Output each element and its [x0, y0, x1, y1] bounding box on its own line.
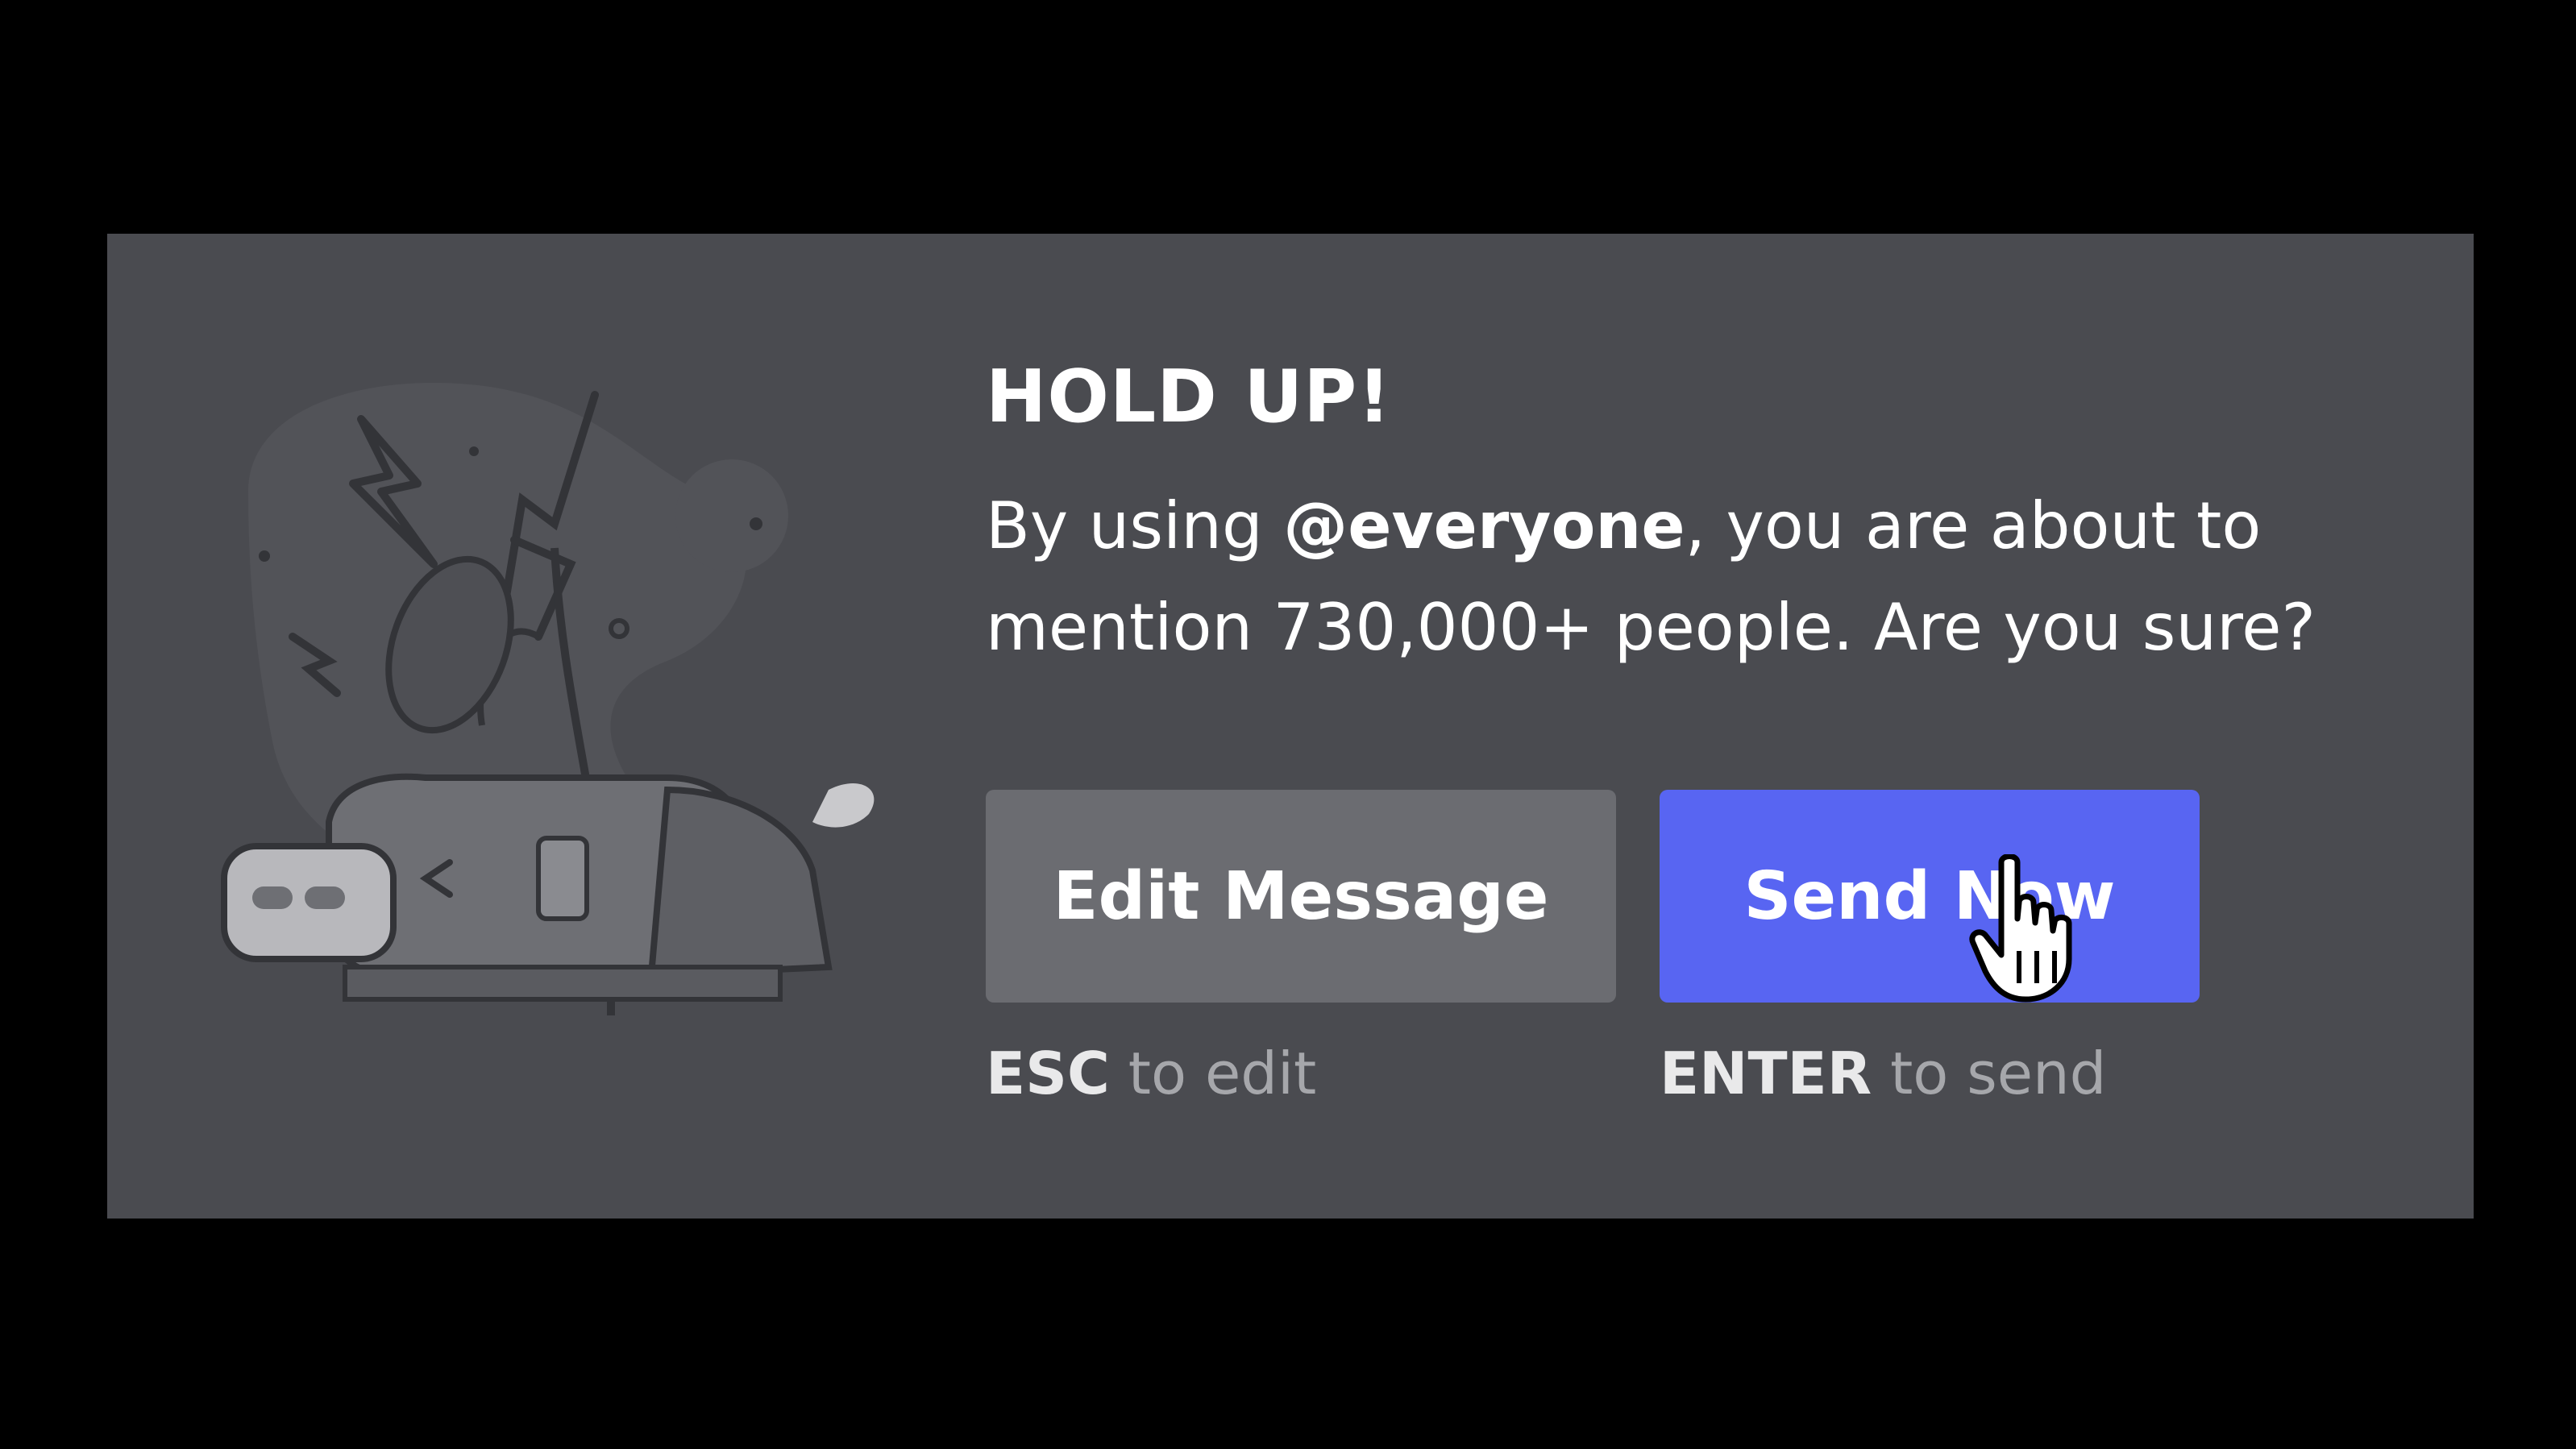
everyone-mention: @everyone [1283, 488, 1685, 563]
sleeping-wumpus-illustration [216, 371, 974, 1144]
enter-key: ENTER [1660, 1040, 1872, 1107]
esc-hint-text: to edit [1109, 1040, 1317, 1107]
hand-pointer-cursor-icon [1969, 853, 2090, 1007]
dialog-title: HOLD UP! [986, 355, 1392, 439]
dialog-message: By using @everyone, you are about to men… [986, 475, 2420, 679]
esc-hint: ESC to edit [986, 1040, 1316, 1107]
enter-hint-text: to send [1872, 1040, 2107, 1107]
edit-message-button[interactable]: Edit Message [986, 790, 1616, 1003]
enter-hint: ENTER to send [1660, 1040, 2106, 1107]
esc-key: ESC [986, 1040, 1110, 1107]
confirm-mention-dialog: HOLD UP! By using @everyone, you are abo… [107, 234, 2474, 1219]
message-prefix: By using [986, 488, 1284, 563]
send-now-button[interactable]: Send Now [1660, 790, 2200, 1003]
